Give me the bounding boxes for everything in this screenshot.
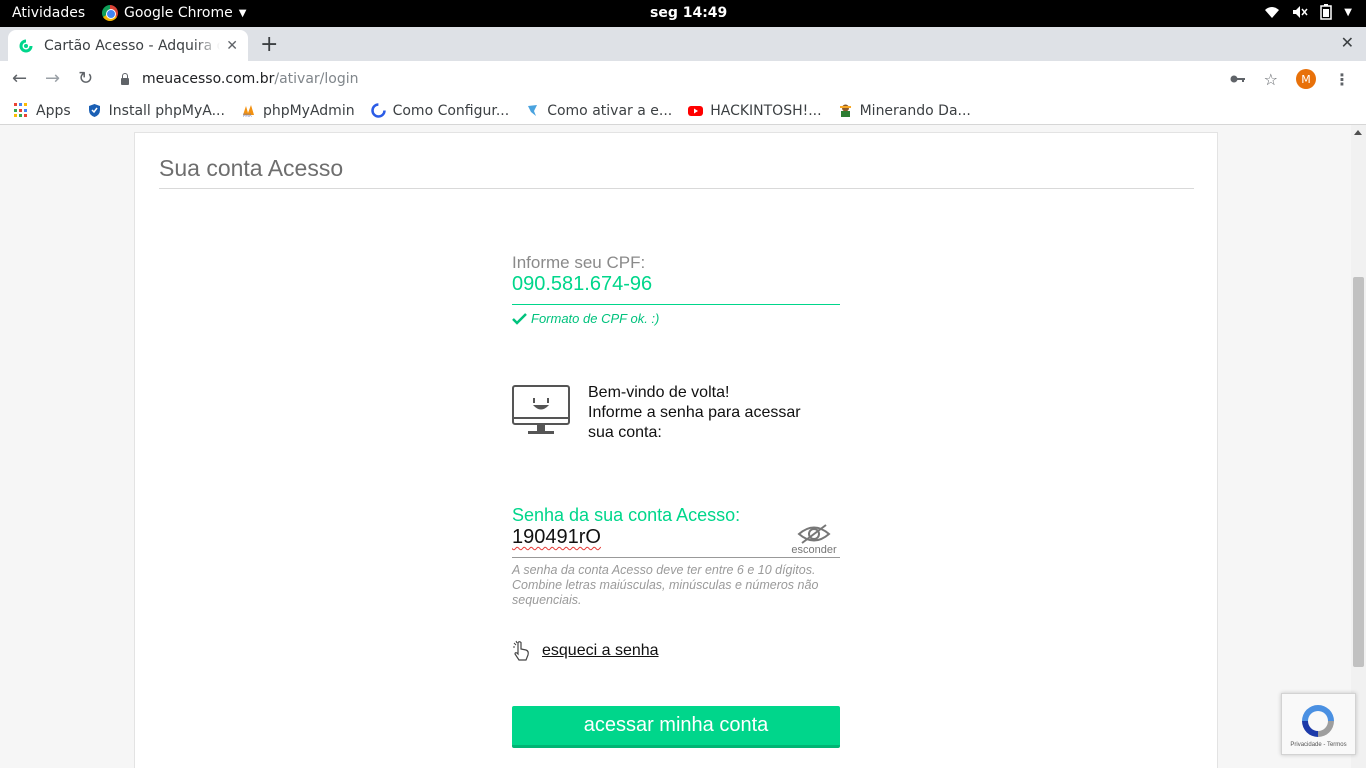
tab-title: Cartão Acesso - Adquira o <box>44 37 221 54</box>
password-underline <box>512 557 840 558</box>
tab-strip: Cartão Acesso - Adquira o ✕ + ✕ <box>0 27 1366 61</box>
bookmarks-bar: Apps Install phpMyA... PMA phpMyAdmin Co… <box>0 97 1366 125</box>
address-bar[interactable]: meuacesso.com.br/ativar/login <box>112 64 1292 94</box>
bookmark-label: phpMyAdmin <box>262 102 355 119</box>
key-icon[interactable] <box>1230 74 1246 84</box>
profile-avatar[interactable]: M <box>1296 69 1316 89</box>
window-close-button[interactable]: ✕ <box>1341 33 1354 52</box>
battery-icon <box>1320 4 1333 20</box>
caret-down-icon: ▼ <box>1344 6 1352 18</box>
bookmark-apps[interactable]: Apps <box>14 103 71 119</box>
welcome-line: Bem-vindo de volta! <box>588 384 730 401</box>
password-input[interactable]: 190491rO <box>512 526 601 549</box>
recaptcha-footer[interactable]: Privacidade - Termos <box>1282 742 1355 748</box>
activities-button[interactable]: Atividades <box>12 5 85 21</box>
reload-icon[interactable]: ↻ <box>78 68 93 89</box>
bookmark-como-ativar[interactable]: Como ativar a e... <box>525 103 672 119</box>
check-icon <box>512 312 527 325</box>
apps-grid-icon <box>14 103 29 118</box>
page-viewport: Sua conta Acesso Informe seu CPF: 090.58… <box>0 125 1351 768</box>
bookmark-label: Apps <box>36 102 71 119</box>
svg-text:PMA: PMA <box>243 113 252 118</box>
forgot-password-text[interactable]: esqueci a senha <box>542 642 659 660</box>
acesso-favicon-icon <box>19 39 33 52</box>
system-top-bar: Atividades Google Chrome ▼ seg 14:49 ▼ <box>0 0 1366 27</box>
login-card: Sua conta Acesso Informe seu CPF: 090.58… <box>134 132 1218 768</box>
bookmark-label: Como Configur... <box>392 102 510 119</box>
system-tray[interactable]: ▼ <box>1264 4 1352 20</box>
page-title: Sua conta Acesso <box>159 155 344 181</box>
menu-kebab-icon[interactable]: ⋮ <box>1334 70 1350 89</box>
welcome-line: Informe a senha para acessar <box>588 404 801 421</box>
browser-toolbar: ← → ↻ meuacesso.com.br/ativar/login ☆ M … <box>0 61 1366 97</box>
bird-icon <box>528 105 538 116</box>
recaptcha-badge[interactable]: Privacidade - Termos <box>1281 693 1356 755</box>
caret-down-icon: ▼ <box>238 7 247 19</box>
bookmark-como-configurar[interactable]: Como Configur... <box>370 102 510 119</box>
scroll-up-arrow-icon[interactable] <box>1354 130 1362 135</box>
page-scrollbar[interactable] <box>1351 125 1366 768</box>
forward-arrow-icon[interactable]: → <box>45 68 60 89</box>
url-path: /ativar/login <box>274 71 359 87</box>
toggle-label: esconder <box>791 544 837 556</box>
volume-muted-icon <box>1293 6 1308 18</box>
shield-icon <box>88 104 100 117</box>
bookmark-label: Minerando Da... <box>859 102 971 119</box>
welcome-line: sua conta: <box>588 424 662 441</box>
toggle-password-visibility[interactable]: esconder <box>785 523 843 556</box>
bookmark-label: HACKINTOSH!... <box>710 102 822 119</box>
cpf-underline <box>512 304 840 305</box>
miner-icon <box>839 104 851 117</box>
welcome-message: Bem-vindo de volta! Informe a senha para… <box>588 383 801 443</box>
forgot-password-link[interactable]: esqueci a senha <box>512 640 659 662</box>
clock[interactable]: seg 14:49 <box>650 5 727 21</box>
toolbar-actions: ☆ M ⋮ <box>1230 69 1350 89</box>
lock-icon <box>120 73 130 85</box>
bookmark-minerando[interactable]: Minerando Da... <box>838 103 971 119</box>
title-divider <box>159 188 1194 189</box>
url-host: meuacesso.com.br <box>142 71 275 87</box>
login-submit-button[interactable]: acessar minha conta <box>512 706 840 748</box>
bookmark-hackintosh[interactable]: HACKINTOSH!... <box>688 102 822 119</box>
cpf-valid-message: Formato de CPF ok. :) <box>512 311 659 326</box>
smiling-monitor-icon <box>512 385 570 434</box>
password-hint: A senha da conta Acesso deve ter entre 6… <box>512 563 819 607</box>
cpf-label: Informe seu CPF: <box>512 253 646 272</box>
scrollbar-thumb[interactable] <box>1353 277 1364 667</box>
recaptcha-icon <box>1302 705 1334 737</box>
blue-logo-icon <box>370 103 386 118</box>
bookmark-install-phpmyadmin[interactable]: Install phpMyA... <box>87 103 225 119</box>
pointing-hand-icon <box>513 640 529 661</box>
bookmark-star-icon[interactable]: ☆ <box>1264 70 1278 89</box>
phpmyadmin-icon: PMA <box>242 105 254 118</box>
eye-slash-icon <box>797 524 831 544</box>
new-tab-button[interactable]: + <box>260 32 278 57</box>
youtube-icon <box>688 106 704 116</box>
app-menu[interactable]: Google Chrome ▼ <box>102 5 246 21</box>
app-name: Google Chrome <box>124 5 233 21</box>
bookmark-label: Install phpMyA... <box>108 102 225 119</box>
cpf-input[interactable]: 090.581.674-96 <box>512 273 652 296</box>
cpf-valid-text: Formato de CPF ok. :) <box>531 311 660 326</box>
bookmark-phpmyadmin[interactable]: PMA phpMyAdmin <box>241 103 355 119</box>
password-label: Senha da sua conta Acesso: <box>512 505 741 525</box>
bookmark-label: Como ativar a e... <box>547 102 673 119</box>
browser-tab[interactable]: Cartão Acesso - Adquira o ✕ <box>8 30 248 61</box>
chrome-icon <box>102 5 118 21</box>
wifi-icon <box>1265 7 1280 18</box>
back-arrow-icon[interactable]: ← <box>12 68 27 89</box>
tab-close-icon[interactable]: ✕ <box>226 38 238 54</box>
